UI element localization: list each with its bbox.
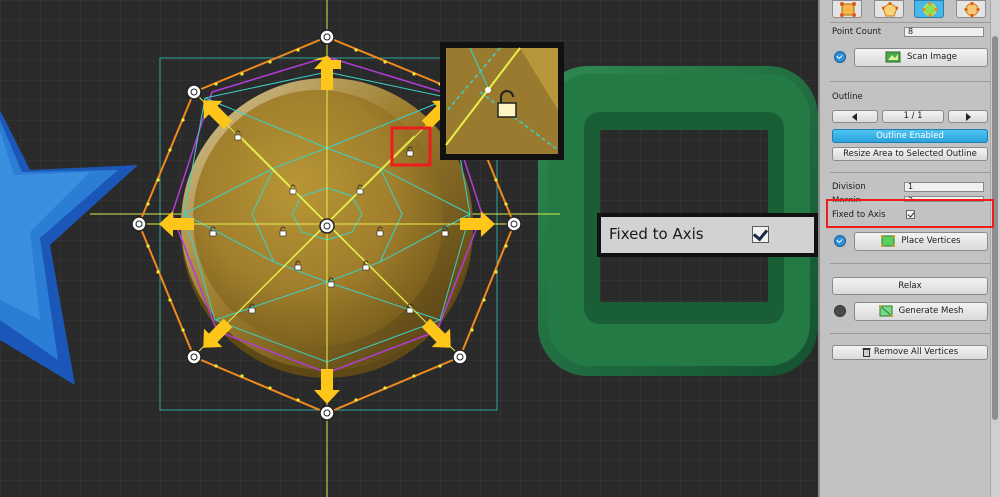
scan-image-icon bbox=[885, 51, 901, 62]
handle-bottom bbox=[319, 405, 335, 421]
scrollbar-thumb[interactable] bbox=[992, 36, 998, 420]
outline-prev-button[interactable] bbox=[832, 110, 878, 123]
division-label: Division bbox=[832, 182, 866, 192]
generate-mesh-toggle-icon[interactable] bbox=[834, 305, 846, 317]
generate-mesh-label: Generate Mesh bbox=[898, 306, 964, 316]
handle-right bbox=[506, 216, 522, 232]
scan-image-button[interactable]: Scan Image bbox=[854, 48, 988, 67]
handle-bottom-left bbox=[186, 349, 202, 365]
handle-center bbox=[319, 218, 335, 234]
place-vertices-toggle-icon[interactable] bbox=[834, 235, 846, 247]
point-count-label: Point Count bbox=[832, 27, 882, 37]
callout-fixed-to-axis-checkbox bbox=[752, 226, 769, 243]
mesh-icon bbox=[964, 2, 980, 17]
mesh-tool-button[interactable] bbox=[956, 0, 986, 18]
vertex-tool-button[interactable] bbox=[914, 0, 944, 18]
divider bbox=[830, 172, 990, 173]
trash-icon bbox=[862, 347, 871, 357]
place-vertices-icon bbox=[881, 234, 896, 247]
zoom-inset bbox=[440, 42, 564, 160]
scan-image-label: Scan Image bbox=[907, 52, 957, 62]
scan-image-toggle-icon[interactable] bbox=[834, 51, 846, 63]
scene-viewport[interactable]: Fixed to Axis bbox=[0, 0, 818, 497]
fixed-to-axis-callout: Fixed to Axis bbox=[597, 213, 818, 257]
edit-area-tool-button[interactable] bbox=[832, 0, 862, 18]
callout-fixed-to-axis-label: Fixed to Axis bbox=[609, 225, 704, 243]
relax-button[interactable]: Relax bbox=[832, 277, 988, 295]
remove-all-vertices-button[interactable]: Remove All Vertices bbox=[832, 345, 988, 360]
outline-enabled-toggle[interactable]: Outline Enabled bbox=[832, 129, 988, 143]
triangle-right-icon bbox=[966, 113, 971, 121]
triangle-left-icon bbox=[852, 113, 857, 121]
handle-left bbox=[131, 216, 147, 232]
resize-area-button[interactable]: Resize Area to Selected Outline bbox=[832, 147, 988, 161]
remove-all-vertices-label: Remove All Vertices bbox=[873, 347, 959, 357]
divider bbox=[830, 22, 990, 23]
place-vertices-button[interactable]: Place Vertices bbox=[854, 232, 988, 251]
outline-heading: Outline bbox=[832, 92, 863, 102]
point-count-field[interactable]: 8 bbox=[904, 27, 984, 37]
outline-next-button[interactable] bbox=[948, 110, 988, 123]
inspector-panel: Point Count 8 Scan Image Outline 1 / 1 O… bbox=[818, 0, 1000, 497]
place-vertices-label: Place Vertices bbox=[901, 236, 961, 246]
vertex-icon bbox=[922, 2, 938, 17]
outline-tool-button[interactable] bbox=[874, 0, 904, 18]
handle-top bbox=[319, 29, 335, 45]
handle-bottom-right bbox=[452, 349, 468, 365]
panel-scrollbar[interactable] bbox=[990, 0, 1000, 497]
generate-mesh-button[interactable]: Generate Mesh bbox=[854, 302, 988, 321]
divider bbox=[830, 263, 990, 264]
outline-pager: 1 / 1 bbox=[882, 110, 944, 123]
edit-area-icon bbox=[840, 2, 856, 17]
divider bbox=[830, 81, 990, 82]
handle-top-left bbox=[186, 84, 202, 100]
outline-icon bbox=[882, 2, 898, 17]
divider bbox=[830, 333, 990, 334]
fixed-to-axis-highlight bbox=[826, 199, 994, 228]
division-field[interactable]: 1 bbox=[904, 182, 984, 192]
generate-mesh-icon bbox=[878, 304, 893, 317]
